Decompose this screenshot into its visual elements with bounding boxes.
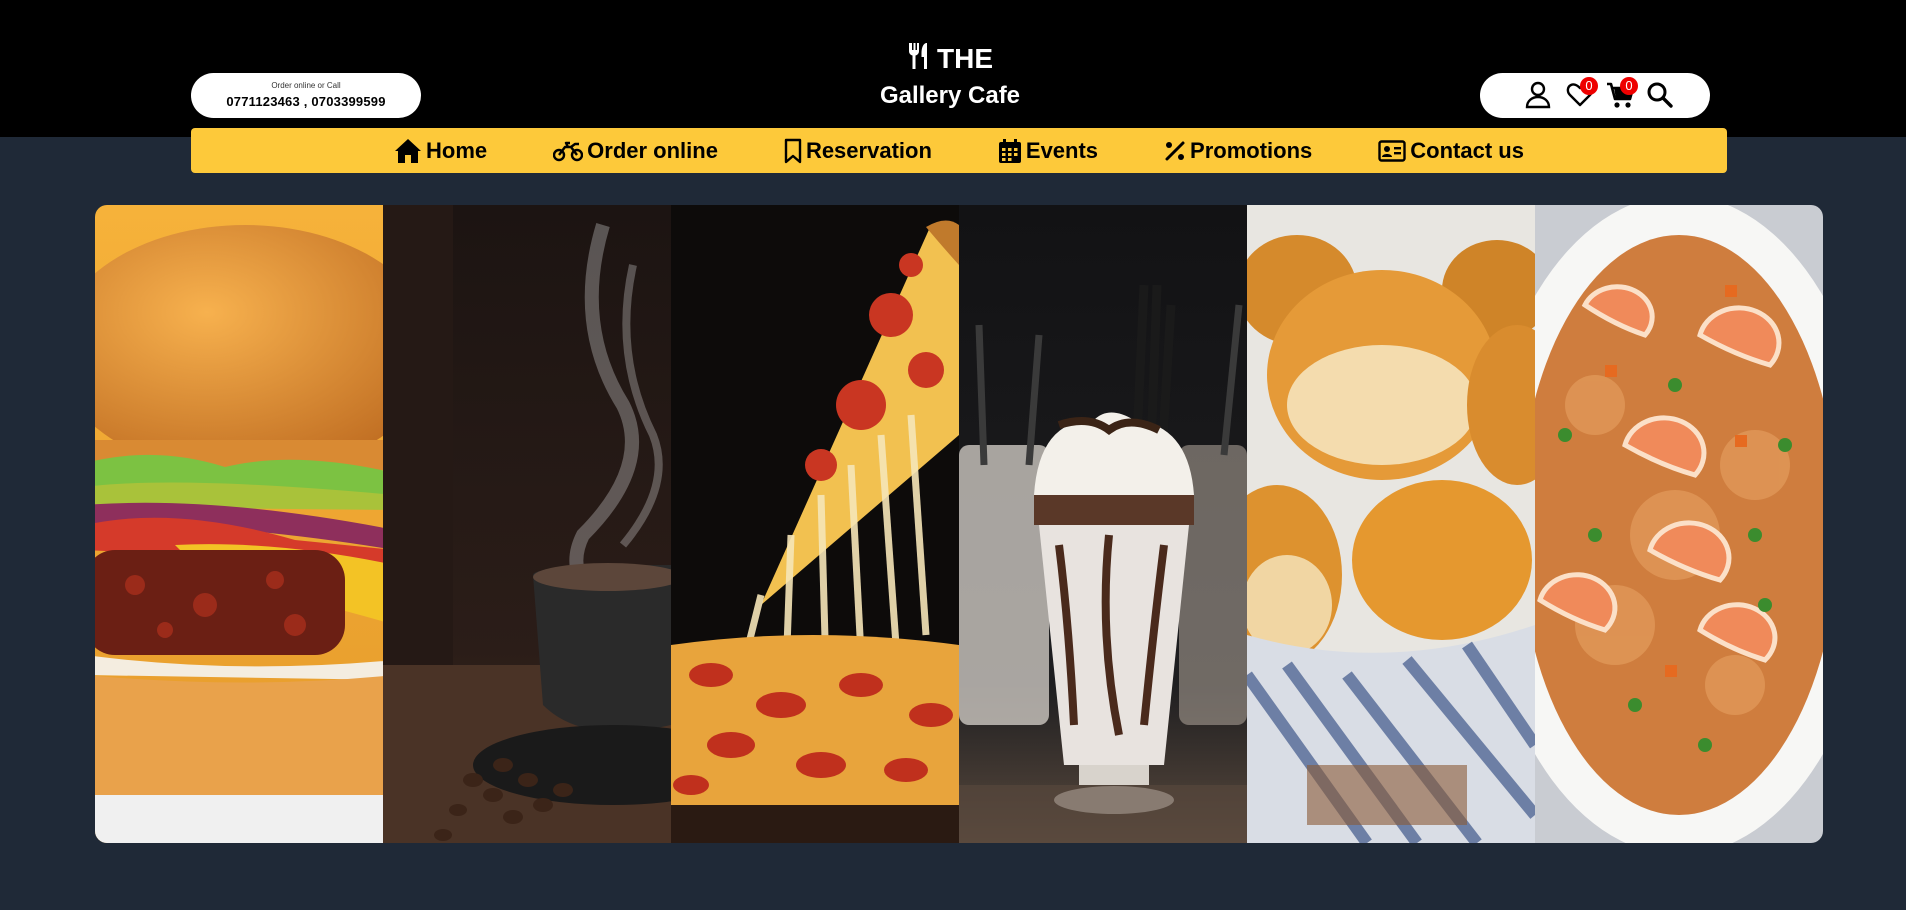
user-icon[interactable] [1525, 81, 1553, 109]
brand-line1: THE [937, 43, 993, 74]
contact-label: Order online or Call [271, 81, 341, 90]
motorcycle-icon [553, 140, 584, 162]
coffee-image[interactable] [383, 205, 671, 843]
bread-rolls-image[interactable] [1247, 205, 1535, 843]
search-icon[interactable] [1646, 81, 1674, 109]
contact-phone[interactable]: 0771123463 , 0703399599 [191, 94, 421, 109]
cart-badge: 0 [1620, 77, 1638, 95]
nav-contact-us[interactable]: Contact us [1378, 138, 1524, 164]
brand-logo[interactable]: THE Gallery Cafe [830, 40, 1070, 110]
shrimp-fried-rice-image[interactable] [1535, 205, 1823, 843]
heart-icon[interactable]: 0 [1566, 77, 1598, 109]
percent-icon [1164, 140, 1186, 162]
wishlist-badge: 0 [1580, 77, 1598, 95]
contact-card-icon [1378, 139, 1406, 162]
nav-reservation-label: Reservation [805, 137, 932, 163]
nav-order-online-label: Order online [587, 137, 718, 163]
nav-events[interactable]: Events [998, 138, 1098, 164]
nav-promotions[interactable]: Promotions [1164, 138, 1312, 164]
nav-events-label: Events [1025, 137, 1099, 163]
nav-home-label: Home [426, 137, 488, 163]
top-header: Order online or Call 0771123463 , 070339… [0, 0, 1906, 137]
calendar-icon [998, 138, 1022, 164]
nav-contact-us-label: Contact us [1410, 137, 1524, 163]
burger-image[interactable] [95, 205, 383, 843]
bookmark-icon [784, 138, 802, 164]
pizza-image[interactable] [671, 205, 959, 843]
brand-line2: Gallery Cafe [879, 82, 1021, 109]
cart-icon[interactable]: 0 [1606, 77, 1638, 109]
nav-home[interactable]: Home [394, 138, 487, 164]
nav-order-online[interactable]: Order online [553, 138, 718, 164]
home-icon [394, 138, 422, 164]
contact-pill: Order online or Call 0771123463 , 070339… [191, 73, 421, 118]
milkshake-image[interactable] [959, 205, 1247, 843]
nav-reservation[interactable]: Reservation [784, 138, 932, 164]
main-nav: Home Order online Reservation Events Pro… [191, 128, 1727, 173]
user-actions: 0 0 [1480, 73, 1710, 118]
food-gallery [95, 205, 1823, 843]
nav-promotions-label: Promotions [1190, 137, 1313, 163]
fork-knife-icon [907, 42, 931, 77]
